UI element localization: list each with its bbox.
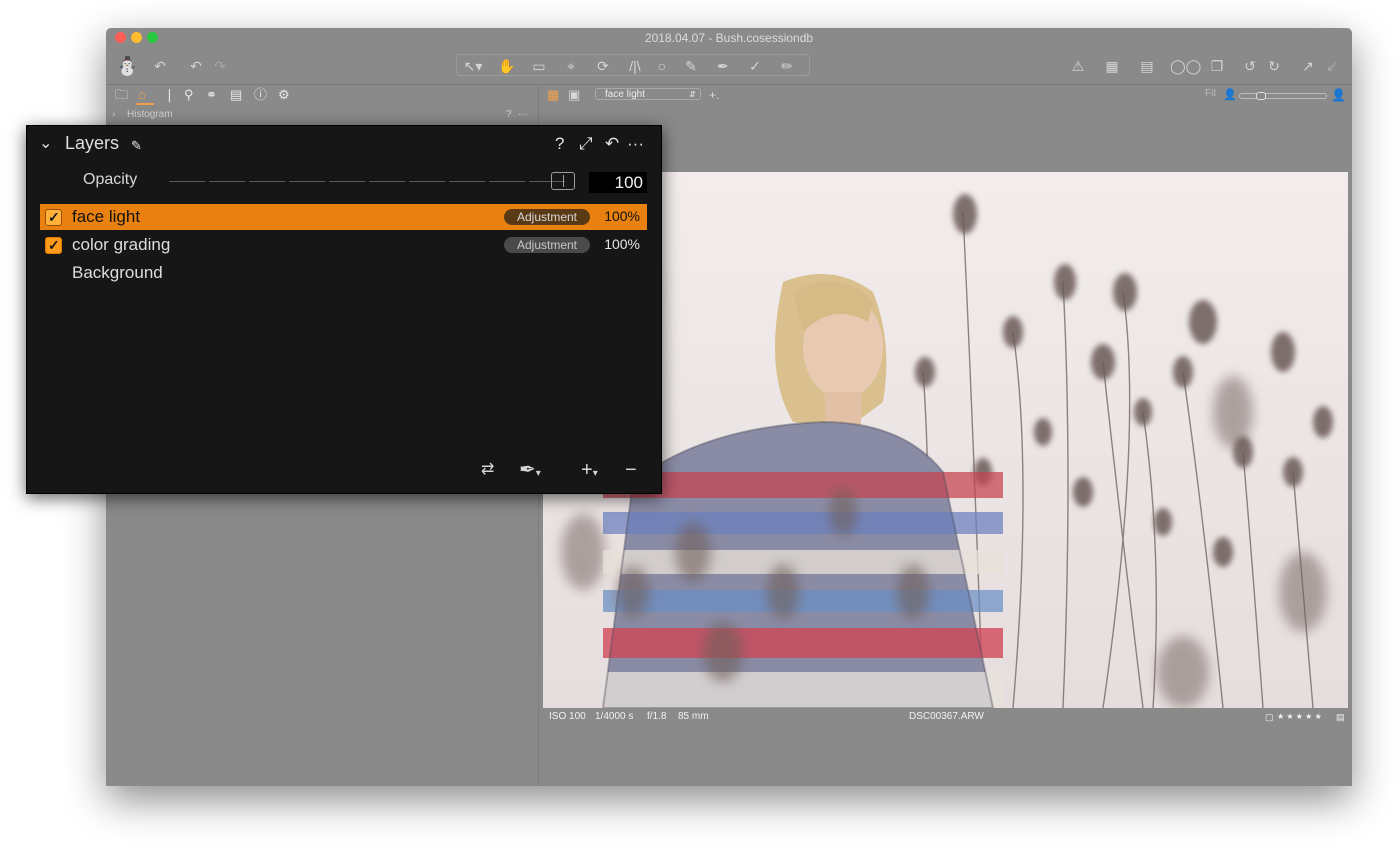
layers-panel-footer: ⇄ ✒▾ +▾ −	[27, 456, 661, 486]
rotate-left-icon[interactable]: ↺	[1240, 56, 1260, 76]
layer-name: Background	[72, 263, 163, 282]
library-tab-icon[interactable]: 🗀	[115, 86, 128, 104]
grid-icon[interactable]: ▦	[1102, 56, 1122, 76]
filename-label: DSC00367.ARW	[909, 711, 984, 722]
viewer-image[interactable]	[543, 172, 1348, 708]
keystone-tool-icon[interactable]: /|\	[624, 56, 646, 76]
warning-icon[interactable]: ⚠	[1068, 56, 1088, 76]
person-small-icon: 👤	[1223, 89, 1237, 101]
layer-opacity: 100%	[604, 236, 640, 252]
layer-checkbox[interactable]: ✓	[45, 237, 62, 254]
pencil-icon[interactable]: ✎	[131, 136, 142, 156]
zoom-slider-knob[interactable]	[1255, 92, 1266, 100]
color-tag-icon[interactable]: ▤	[1336, 710, 1345, 724]
reject-checkbox[interactable]: ▢	[1265, 710, 1274, 724]
brush-menu-icon[interactable]: ✒▾	[519, 458, 541, 486]
histogram-section[interactable]: › Histogram ? ···	[106, 108, 538, 122]
add-layer-icon[interactable]: +▾	[581, 458, 598, 486]
layer-select-value: face light	[605, 89, 646, 100]
adjust-sliders-icon[interactable]: ⇄	[481, 458, 494, 482]
active-tab-indicator	[136, 103, 154, 105]
layers-panel-header: ⌄ Layers ✎ ? ⤢ ↶ ···	[27, 126, 661, 162]
layer-type-badge: Adjustment	[504, 209, 590, 225]
remove-layer-icon[interactable]: −	[625, 458, 637, 482]
layer-select[interactable]: face light ⇵	[595, 88, 701, 100]
zoom-slider[interactable]	[1239, 92, 1327, 100]
undo-arrow-icon[interactable]: ↶	[150, 56, 170, 76]
color-tab-icon[interactable]: ⚭	[206, 86, 217, 104]
opacity-slider[interactable]	[169, 181, 565, 182]
histogram-help-button[interactable]: ?	[506, 108, 512, 122]
layers-panel: ⌄ Layers ✎ ? ⤢ ↶ ··· Opacity 100 ✓ face …	[26, 125, 662, 494]
redo-icon[interactable]: ↷	[210, 56, 230, 76]
tool-tabs: 🗀 ⌂ ❘ ⚲ ⚭ ▤ ⓘ ⚙	[106, 85, 538, 105]
histogram-label: Histogram	[127, 109, 173, 120]
hand-tool-icon[interactable]: ✋	[496, 56, 518, 76]
brush-tool-icon[interactable]: ✎	[680, 56, 702, 76]
fit-label: Fit	[1205, 88, 1217, 99]
chevron-right-icon[interactable]: ›	[112, 108, 115, 122]
eyedropper-tool-icon[interactable]: ✒	[712, 56, 734, 76]
overlay-icon[interactable]: ▤	[1136, 56, 1158, 76]
glasses-icon[interactable]: ◯◯	[1170, 56, 1201, 76]
opacity-slider-knob[interactable]	[551, 172, 575, 190]
more-button[interactable]: ···	[627, 134, 644, 154]
pipette-tool-icon[interactable]: ✓	[744, 56, 766, 76]
histogram-more-button[interactable]: ···	[518, 108, 528, 122]
metadata-tab-icon[interactable]: ⓘ	[254, 86, 267, 104]
export-icon[interactable]: ↗	[1298, 56, 1318, 76]
process-icon[interactable]: ↙	[1322, 56, 1342, 76]
iso-value: ISO 100	[549, 711, 586, 722]
rotate-right-icon[interactable]: ↻	[1264, 56, 1284, 76]
crop-tool-icon[interactable]: ⌖	[560, 56, 582, 76]
layer-row-face-light[interactable]: ✓ face light Adjustment 100%	[40, 204, 647, 230]
adjust-tab-icon[interactable]: ⌂	[138, 86, 146, 104]
checkmark-icon: ✓	[48, 209, 60, 225]
shutter-value: 1/4000 s	[595, 711, 634, 722]
lens-tab-icon[interactable]: ❘	[164, 86, 175, 104]
star-rating[interactable]: ★ ★ ★ ★ ★	[1277, 710, 1322, 724]
details-tab-icon[interactable]: ▤	[230, 86, 242, 104]
expand-icon[interactable]: ⤢	[579, 134, 593, 154]
layer-checkbox[interactable]: ✓	[45, 209, 62, 226]
multi-view-icon[interactable]: ▦	[547, 87, 559, 103]
opacity-value-field[interactable]: 100	[589, 172, 647, 193]
layer-row-color-grading[interactable]: ✓ color grading Adjustment 100%	[40, 232, 647, 258]
title-bar: 2018.04.07 - Bush.cosessiondb	[106, 28, 1352, 48]
circle-tool-icon[interactable]: ○	[652, 56, 672, 76]
app-icon[interactable]: ⛄	[116, 56, 138, 76]
undo-icon[interactable]: ↶	[186, 56, 206, 76]
aperture-value: f/1.8	[647, 711, 667, 722]
settings-tab-icon[interactable]: ⚙	[278, 86, 290, 104]
opacity-label: Opacity	[83, 171, 138, 188]
layers-panel-title: Layers	[65, 133, 120, 153]
search-tab-icon[interactable]: ⚲	[184, 86, 194, 104]
layer-name: face light	[72, 207, 141, 226]
layer-name: color grading	[72, 235, 171, 254]
eraser-tool-icon[interactable]: ✏	[776, 56, 798, 76]
main-toolbar: ⛄ ↶ ↶ ↷ ↖▾ ✋ ▭ ⌖ ⟳ /|\ ○ ✎ ✒ ✓ ✏ ⚠ ▦ ▤ ◯…	[106, 48, 1352, 84]
viewer-toolbar: ▦ ▣ face light ⇵ +. Fit 👤 👤	[539, 85, 1352, 105]
layer-opacity: 100%	[604, 208, 640, 224]
checkmark-icon: ✓	[48, 237, 60, 253]
focal-length-value: 85 mm	[678, 711, 709, 722]
chevron-down-icon[interactable]: ⌄	[39, 134, 52, 154]
layer-type-badge: Adjustment	[504, 237, 590, 253]
add-layer-button[interactable]: +.	[709, 87, 719, 103]
layer-row-background[interactable]: Background	[40, 260, 647, 286]
cursor-tool-icon[interactable]: ↖▾	[462, 56, 484, 76]
select-arrows-icon: ⇵	[689, 90, 696, 99]
help-button[interactable]: ?	[555, 134, 564, 154]
single-view-icon[interactable]: ▣	[568, 87, 580, 103]
stamp-tool-icon[interactable]: ▭	[528, 56, 550, 76]
window-title: 2018.04.07 - Bush.cosessiondb	[644, 31, 814, 45]
clone-icon[interactable]: ❐	[1206, 56, 1228, 76]
person-large-icon: 👤	[1331, 88, 1346, 102]
portrait-photo	[543, 172, 1348, 708]
image-info-bar: ISO 100 1/4000 s f/1.8 85 mm DSC00367.AR…	[543, 710, 1348, 724]
rotate-tool-icon[interactable]: ⟳	[592, 56, 614, 76]
reset-icon[interactable]: ↶	[605, 134, 619, 154]
